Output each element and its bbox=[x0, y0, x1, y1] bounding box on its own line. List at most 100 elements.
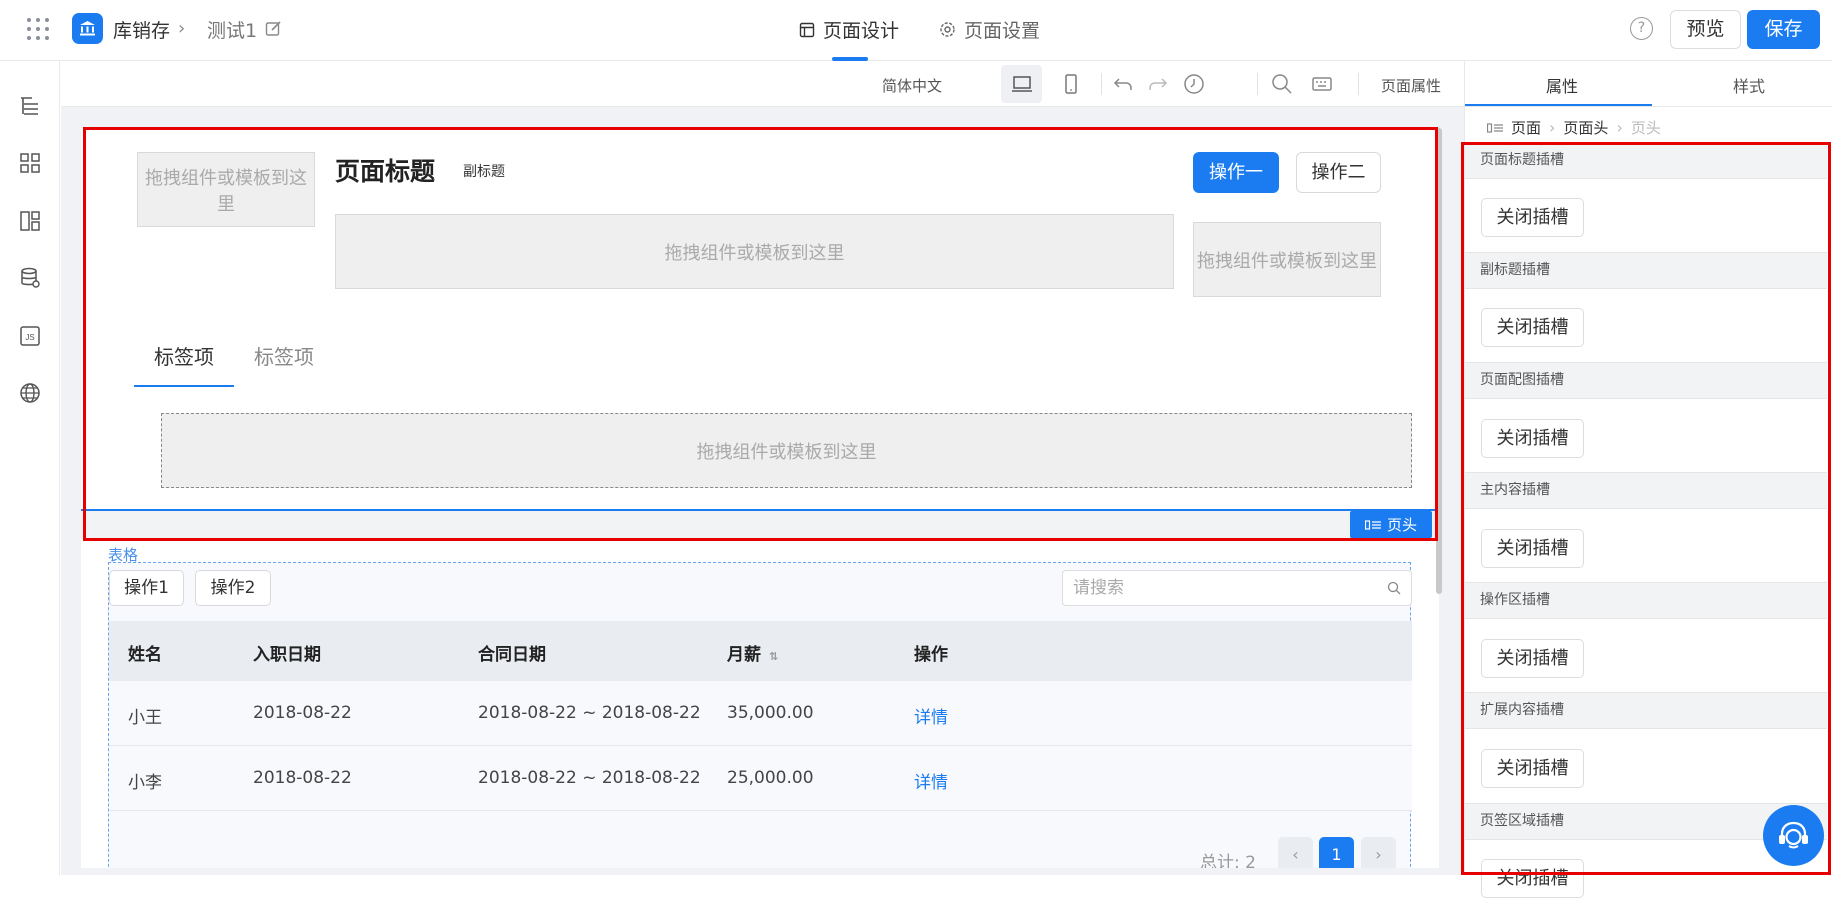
layout-icon bbox=[799, 22, 815, 37]
tab-properties[interactable]: 属性 bbox=[1546, 73, 1578, 97]
cell-join-date: 2018-08-22 bbox=[253, 768, 352, 788]
search-input[interactable]: 请搜索 bbox=[1062, 570, 1412, 606]
js-code-icon[interactable]: JS bbox=[18, 324, 42, 348]
action-one-button[interactable]: 操作一 bbox=[1193, 152, 1279, 193]
component-breadcrumb: 页面 › 页面头 › 页头 bbox=[1487, 117, 1661, 138]
properties-panel: 属性 样式 页面 › 页面头 › 页头 页面标题插槽 关闭插槽 副标题插槽 关闭… bbox=[1464, 61, 1832, 898]
slot-section-subtitle: 副标题插槽 bbox=[1465, 252, 1827, 289]
page-properties-button[interactable]: 页面属性 bbox=[1381, 75, 1441, 96]
search-placeholder: 请搜索 bbox=[1073, 578, 1124, 598]
undo-icon[interactable] bbox=[1111, 72, 1135, 96]
column-header[interactable]: 合同日期 bbox=[478, 640, 546, 665]
toolbar-divider bbox=[1101, 73, 1102, 95]
column-header[interactable]: 入职日期 bbox=[253, 640, 321, 665]
left-rail: JS bbox=[0, 61, 60, 875]
breadcrumb-page-head[interactable]: 页面头 bbox=[1563, 117, 1608, 138]
redo-icon[interactable] bbox=[1146, 72, 1170, 96]
app-name[interactable]: 库销存 bbox=[113, 16, 170, 43]
table-row: 小李 2018-08-22 2018-08-22 ~ 2018-08-22 25… bbox=[109, 746, 1412, 811]
close-slot-button[interactable]: 关闭插槽 bbox=[1481, 419, 1584, 458]
table-action-2-button[interactable]: 操作2 bbox=[195, 570, 271, 606]
active-tab-indicator bbox=[134, 385, 234, 387]
desktop-icon[interactable] bbox=[1010, 72, 1034, 96]
column-header[interactable]: 姓名 bbox=[128, 640, 162, 665]
selected-component-tag[interactable]: 页头 bbox=[1350, 511, 1432, 538]
drop-zone-tab-content[interactable]: 拖拽组件或模板到这里 bbox=[161, 413, 1412, 488]
close-slot-button[interactable]: 关闭插槽 bbox=[1481, 749, 1584, 788]
help-icon[interactable]: ? bbox=[1630, 17, 1653, 40]
cell-join-date: 2018-08-22 bbox=[253, 703, 352, 723]
sort-icon[interactable]: ⇅ bbox=[769, 650, 778, 663]
template-layout-icon[interactable] bbox=[18, 209, 42, 233]
slot-section-title: 页面标题插槽 bbox=[1465, 142, 1827, 179]
history-icon[interactable] bbox=[1182, 72, 1206, 96]
outline-tree-icon[interactable] bbox=[18, 94, 42, 118]
detail-link[interactable]: 详情 bbox=[914, 768, 948, 793]
column-header: 操作 bbox=[914, 645, 948, 665]
close-slot-button[interactable]: 关闭插槽 bbox=[1481, 198, 1584, 237]
app-grid-icon[interactable] bbox=[27, 18, 49, 40]
edit-icon[interactable] bbox=[265, 20, 282, 37]
breadcrumb-page[interactable]: 页面 bbox=[1511, 117, 1541, 138]
selection-outline bbox=[81, 509, 1439, 511]
language-select[interactable]: 简体中文 bbox=[882, 75, 942, 96]
tab-label: 页面设置 bbox=[964, 20, 1041, 42]
keyboard-icon[interactable] bbox=[1310, 72, 1334, 96]
drop-zone-main[interactable]: 拖拽组件或模板到这里 bbox=[335, 214, 1174, 289]
drop-zone-extra[interactable]: 拖拽组件或模板到这里 bbox=[1193, 222, 1381, 297]
detail-link[interactable]: 详情 bbox=[914, 703, 948, 728]
active-tab-indicator bbox=[1465, 104, 1652, 106]
table-header: 姓名 入职日期 合同日期 月薪 ⇅ 操作 bbox=[109, 621, 1412, 681]
toolbar-divider bbox=[1257, 73, 1258, 95]
cell-contract-date: 2018-08-22 ~ 2018-08-22 bbox=[478, 768, 701, 788]
column-header[interactable]: 月薪 ⇅ bbox=[727, 640, 778, 665]
selection-band bbox=[81, 511, 1439, 539]
preview-button[interactable]: 预览 bbox=[1670, 10, 1741, 49]
tab-item-1[interactable]: 标签项 bbox=[154, 341, 214, 370]
divider bbox=[1465, 106, 1832, 107]
page-preview: 拖拽组件或模板到这里 页面标题 副标题 操作一 操作二 拖拽组件或模板到这里 拖… bbox=[81, 128, 1439, 868]
page-name: 测试1 bbox=[207, 20, 258, 42]
cell-salary: 35,000.00 bbox=[727, 703, 814, 723]
cell-salary: 25,000.00 bbox=[727, 768, 814, 788]
search-icon[interactable] bbox=[1387, 581, 1401, 595]
canvas-toolbar: 简体中文 页面属性 bbox=[61, 61, 1464, 107]
column-header-label: 月薪 bbox=[727, 645, 761, 665]
data-source-icon[interactable] bbox=[18, 266, 42, 290]
globe-icon[interactable] bbox=[18, 381, 42, 405]
chevron-right-icon: › bbox=[1549, 118, 1556, 137]
page-subtitle[interactable]: 副标题 bbox=[463, 161, 505, 181]
components-grid-icon[interactable] bbox=[18, 151, 42, 175]
pager-page-1[interactable]: 1 bbox=[1319, 837, 1354, 868]
canvas-scrollbar[interactable] bbox=[1436, 128, 1442, 594]
component-icon bbox=[1364, 519, 1381, 530]
tab-label: 页面设计 bbox=[823, 20, 900, 42]
close-slot-button[interactable]: 关闭插槽 bbox=[1481, 859, 1584, 898]
close-slot-button[interactable]: 关闭插槽 bbox=[1481, 308, 1584, 347]
table-action-1-button[interactable]: 操作1 bbox=[109, 570, 184, 606]
pager-prev-icon[interactable]: ‹ bbox=[1278, 837, 1313, 868]
chevron-right-icon: › bbox=[1616, 118, 1623, 137]
breadcrumb-current: 页头 bbox=[1630, 119, 1661, 137]
svg-text:JS: JS bbox=[25, 333, 34, 342]
close-slot-button[interactable]: 关闭插槽 bbox=[1481, 639, 1584, 678]
tab-item-2[interactable]: 标签项 bbox=[254, 341, 314, 370]
customer-support-button[interactable] bbox=[1763, 805, 1824, 866]
tab-page-design[interactable]: 页面设计 bbox=[799, 16, 899, 43]
chevron-right-icon: › bbox=[178, 18, 186, 39]
drop-zone-image[interactable]: 拖拽组件或模板到这里 bbox=[137, 152, 315, 227]
cell-name: 小王 bbox=[128, 708, 162, 728]
tab-styles[interactable]: 样式 bbox=[1733, 73, 1765, 97]
close-slot-button[interactable]: 关闭插槽 bbox=[1481, 529, 1584, 568]
save-button[interactable]: 保存 bbox=[1747, 10, 1820, 49]
tab-page-settings[interactable]: 页面设置 bbox=[939, 16, 1040, 43]
slot-section-image: 页面配图插槽 bbox=[1465, 362, 1827, 399]
slot-section-main: 主内容插槽 bbox=[1465, 472, 1827, 509]
pager-next-icon[interactable]: › bbox=[1361, 837, 1396, 868]
data-table: 操作1 操作2 请搜索 姓名 入职日期 合同日期 月薪 ⇅ 操作 小王 2018-… bbox=[108, 562, 1412, 868]
action-two-button[interactable]: 操作二 bbox=[1296, 152, 1381, 193]
page-title[interactable]: 页面标题 bbox=[335, 152, 435, 188]
mobile-icon[interactable] bbox=[1059, 72, 1083, 96]
search-icon[interactable] bbox=[1270, 72, 1294, 96]
design-canvas: 简体中文 页面属性 拖拽组件或模板到这里 页面标题 副标题 操作一 操作二 拖拽… bbox=[61, 61, 1464, 875]
